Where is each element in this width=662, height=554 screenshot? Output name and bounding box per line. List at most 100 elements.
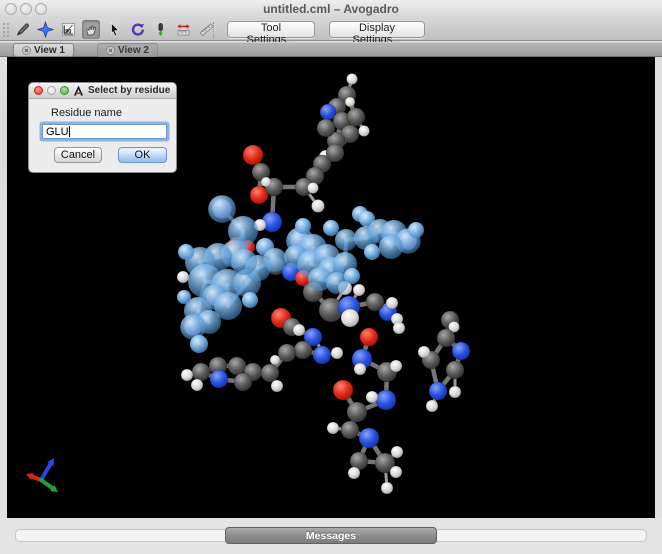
atom-H[interactable]: [181, 369, 193, 381]
selected-hydrogen-atom[interactable]: [190, 335, 208, 353]
avogadro-logo-icon: [73, 85, 84, 96]
navigate-tool-button[interactable]: [36, 20, 54, 39]
selected-atom[interactable]: [335, 229, 357, 251]
tool-settings-button[interactable]: Tool Settings...: [227, 21, 315, 38]
atom-C[interactable]: [347, 402, 367, 422]
dialog-titlebar[interactable]: Select by residue: [29, 83, 176, 99]
selected-atom[interactable]: [379, 235, 403, 259]
atom-H[interactable]: [270, 355, 280, 365]
cancel-button[interactable]: Cancel: [54, 147, 102, 163]
selected-hydrogen-atom[interactable]: [344, 268, 360, 284]
atom-N[interactable]: [313, 346, 331, 364]
dialog-minimize-button[interactable]: [47, 86, 56, 95]
atom-N[interactable]: [452, 342, 470, 360]
atom-H[interactable]: [418, 346, 430, 358]
atom-H[interactable]: [390, 466, 402, 478]
atom-C[interactable]: [446, 361, 464, 379]
manipulate-tool-button[interactable]: [82, 20, 100, 39]
toolbar-drag-handle[interactable]: [2, 22, 10, 38]
tab-bar: View 1 View 2: [0, 42, 662, 57]
atom-H[interactable]: [191, 379, 203, 391]
atom-H[interactable]: [327, 422, 339, 434]
atom-H[interactable]: [348, 467, 360, 479]
atom-H[interactable]: [354, 363, 366, 375]
atom-C[interactable]: [366, 293, 384, 311]
selected-atom[interactable]: [263, 248, 287, 272]
selected-hydrogen-atom[interactable]: [295, 218, 311, 234]
dialog-title: Select by residue: [88, 85, 170, 96]
auto-rotate-tool-button[interactable]: [128, 20, 146, 39]
atom-C[interactable]: [278, 344, 296, 362]
selection-halo[interactable]: [208, 195, 236, 223]
measure-tool-icon: [175, 21, 192, 38]
tab-close-icon[interactable]: [106, 46, 115, 55]
selected-hydrogen-atom[interactable]: [323, 220, 339, 236]
atom-C[interactable]: [326, 144, 344, 162]
atom-H[interactable]: [359, 126, 370, 137]
atom-C[interactable]: [228, 357, 246, 375]
dialog-zoom-button[interactable]: [60, 86, 69, 95]
atom-H[interactable]: [390, 360, 402, 372]
atom-H[interactable]: [391, 446, 403, 458]
window-title: untitled.cml – Avogadro: [0, 2, 662, 16]
atom-C[interactable]: [261, 364, 279, 382]
atom-H[interactable]: [331, 347, 343, 359]
bond-centric-tool-button[interactable]: 90: [59, 20, 77, 39]
atom-H[interactable]: [261, 177, 271, 187]
measure-tool-button[interactable]: [174, 20, 192, 39]
auto-rotate-tool-icon: [129, 21, 146, 38]
atom-H[interactable]: [345, 97, 355, 107]
atom-H[interactable]: [366, 391, 378, 403]
auto-optimize-tool-button[interactable]: [151, 20, 169, 39]
atom-C[interactable]: [317, 119, 335, 137]
atom-N[interactable]: [210, 370, 228, 388]
selected-hydrogen-atom[interactable]: [242, 292, 258, 308]
atom-C[interactable]: [234, 373, 252, 391]
draw-tool-button[interactable]: [13, 20, 31, 39]
axes-gizmo: [26, 458, 58, 492]
messages-toggle-button[interactable]: Messages: [225, 527, 437, 544]
align-tool-icon: [198, 21, 215, 38]
atom-H[interactable]: [177, 271, 189, 283]
atom-C[interactable]: [341, 421, 359, 439]
atom-H[interactable]: [347, 74, 358, 85]
atom-O[interactable]: [333, 380, 353, 400]
tab-view-2[interactable]: View 2: [97, 43, 158, 57]
ok-button[interactable]: OK: [118, 147, 167, 163]
atom-C[interactable]: [347, 108, 365, 126]
selected-hydrogen-atom[interactable]: [408, 222, 424, 238]
selected-hydrogen-atom[interactable]: [364, 244, 380, 260]
selection-tool-button[interactable]: [105, 20, 123, 39]
navigate-tool-icon: [37, 21, 54, 38]
atom-H[interactable]: [386, 297, 398, 309]
dialog-close-button[interactable]: [34, 86, 43, 95]
selected-hydrogen-atom[interactable]: [177, 290, 191, 304]
atom-C[interactable]: [294, 341, 312, 359]
avogadro-window: untitled.cml – Avogadro 90 Tool Settings…: [0, 0, 662, 554]
tab-close-icon[interactable]: [22, 46, 31, 55]
atom-H[interactable]: [312, 200, 325, 213]
atom-H[interactable]: [341, 309, 359, 327]
atom-H[interactable]: [271, 380, 283, 392]
atom-C[interactable]: [192, 363, 210, 381]
residue-name-input[interactable]: GLU: [42, 124, 167, 139]
atom-H[interactable]: [381, 482, 393, 494]
atom-O[interactable]: [360, 328, 378, 346]
selected-atom[interactable]: [231, 249, 257, 275]
atom-H[interactable]: [426, 400, 438, 412]
atom-H[interactable]: [308, 183, 319, 194]
atom-H[interactable]: [293, 324, 305, 336]
atom-N[interactable]: [429, 382, 447, 400]
atom-H[interactable]: [353, 284, 365, 296]
svg-text:90: 90: [65, 29, 71, 35]
atom-N[interactable]: [359, 428, 379, 448]
display-settings-button[interactable]: Display Settings...: [329, 21, 425, 38]
selected-hydrogen-atom[interactable]: [178, 244, 194, 260]
atom-N[interactable]: [376, 390, 396, 410]
atom-H[interactable]: [393, 322, 405, 334]
atom-C[interactable]: [437, 329, 455, 347]
tab-view-1[interactable]: View 1: [13, 43, 74, 57]
atom-O[interactable]: [243, 145, 263, 165]
atom-H[interactable]: [449, 386, 461, 398]
selection-tool-icon: [106, 21, 123, 38]
